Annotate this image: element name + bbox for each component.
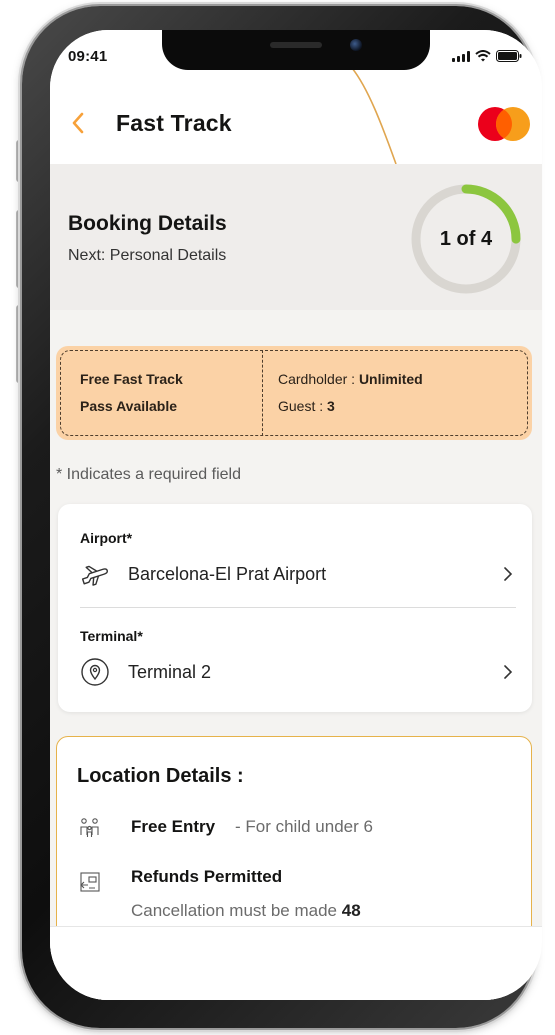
speaker-grille	[270, 42, 322, 48]
free-entry-label: Free Entry	[131, 817, 216, 836]
family-icon	[77, 815, 103, 841]
free-entry-description: - For child under 6	[235, 817, 373, 836]
page-title: Fast Track	[116, 110, 232, 136]
cardholder-allowance: Cardholder : Unlimited	[278, 366, 423, 393]
booking-progress-panel: Booking Details Next: Personal Details 1…	[50, 164, 542, 310]
status-time: 09:41	[68, 48, 108, 65]
banner-divider	[262, 350, 263, 436]
progress-label: 1 of 4	[439, 227, 493, 250]
cardholder-label: Cardholder :	[278, 371, 359, 387]
chevron-left-icon	[72, 112, 84, 134]
fast-track-pass-banner: Free Fast Track Pass Available Cardholde…	[56, 346, 532, 440]
location-pin-icon	[80, 657, 110, 687]
airport-label: Airport*	[80, 530, 133, 546]
notch	[162, 30, 430, 70]
airplane-icon	[80, 559, 110, 589]
pass-line-2: Pass Available	[80, 398, 178, 414]
field-divider	[80, 607, 516, 608]
refunds-description-text: Cancellation must be made	[131, 901, 338, 920]
front-camera	[350, 39, 362, 51]
chevron-right-icon	[500, 662, 516, 682]
airport-select[interactable]: Barcelona-El Prat Airport	[80, 556, 516, 592]
mastercard-logo	[478, 107, 530, 141]
signal-icon	[452, 51, 470, 62]
guest-value: 3	[327, 398, 335, 414]
phone-screen: 09:41 Fast Track Booking Details Next: P…	[50, 30, 542, 1000]
terminal-select[interactable]: Terminal 2	[80, 654, 516, 690]
airport-terminal-card: Airport* Barcelona-El Prat Airport Termi…	[58, 504, 532, 712]
guest-allowance: Guest : 3	[278, 393, 423, 420]
refunds-label: Refunds Permitted	[131, 867, 283, 886]
chevron-right-icon	[500, 564, 516, 584]
pass-available-text: Free Fast Track Pass Available	[80, 366, 183, 420]
next-step-text: Next: Personal Details	[68, 247, 227, 264]
pass-allowance: Cardholder : Unlimited Guest : 3	[278, 366, 423, 420]
main-content: Free Fast Track Pass Available Cardholde…	[50, 310, 542, 1000]
guest-label: Guest :	[278, 398, 328, 414]
terminal-label: Terminal*	[80, 628, 143, 644]
cardholder-value: Unlimited	[358, 371, 423, 387]
required-field-note: * Indicates a required field	[56, 466, 241, 483]
refunds-description: Cancellation must be made 48	[131, 901, 361, 921]
refunds-hours: 48	[341, 901, 361, 920]
back-button[interactable]	[66, 108, 90, 138]
bottom-blank-area	[50, 926, 542, 1000]
terminal-value: Terminal 2	[128, 661, 212, 682]
battery-icon	[496, 50, 522, 62]
refund-icon	[77, 869, 103, 895]
wifi-icon	[475, 50, 491, 62]
airport-value: Barcelona-El Prat Airport	[128, 563, 327, 584]
pass-line-1: Free Fast Track	[80, 371, 183, 387]
booking-title: Booking Details	[68, 212, 227, 235]
location-details-title: Location Details :	[77, 765, 244, 787]
status-icons	[452, 50, 522, 62]
